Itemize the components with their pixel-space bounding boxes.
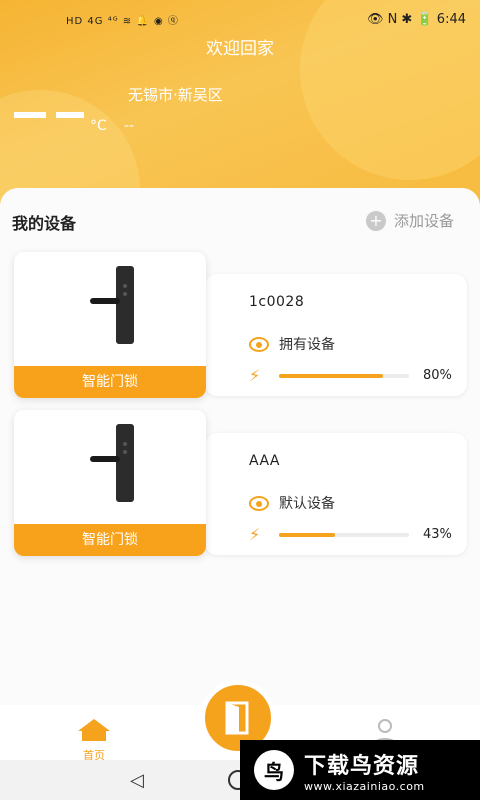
device-info-card[interactable]: AAA 默认设备 ⚡ 43% (205, 433, 467, 555)
bolt-icon: ⚡ (249, 366, 261, 385)
device-name: 1c0028 (249, 294, 305, 310)
temperature-unit: °C (90, 118, 107, 134)
watermark-title: 下载鸟资源 (304, 753, 420, 779)
status-time: 6:44 (436, 12, 466, 27)
nav-home[interactable]: 首页 (72, 717, 116, 763)
battery-percent: 80% (423, 368, 452, 383)
add-device-button[interactable]: + 添加设备 (365, 210, 454, 231)
battery-bar (279, 532, 409, 537)
battery-percent: 43% (423, 527, 452, 542)
battery-fill (279, 532, 335, 537)
temperature-placeholder (56, 112, 84, 118)
device-type-label: 智能门锁 (14, 524, 206, 556)
watermark-text: 下载鸟资源 www.xiazainiao.com (304, 748, 425, 793)
devices-panel: 我的设备 + 添加设备 1c0028 拥有设备 ⚡ 80% 智能门锁 AAA 默… (0, 188, 480, 708)
door-lock-icon (90, 424, 134, 502)
location-text[interactable]: 无锡市·新吴区 (128, 84, 223, 105)
home-icon (78, 719, 110, 741)
device-status: 默认设备 (249, 493, 335, 513)
watermark-logo-icon: 鸟 (254, 750, 294, 790)
temperature-placeholder (14, 112, 46, 118)
device-status: 拥有设备 (249, 334, 335, 354)
device-info-card[interactable]: 1c0028 拥有设备 ⚡ 80% (205, 274, 467, 396)
add-device-label: 添加设备 (393, 212, 454, 230)
weather-extra: -- (124, 118, 135, 134)
bolt-icon: ⚡ (249, 525, 261, 544)
battery-row: ⚡ 80% (249, 366, 452, 385)
device-type-label: 智能门锁 (14, 366, 206, 398)
status-right-icons: 👁 N ✱ 🔋 (366, 12, 433, 27)
watermark-url: www.xiazainiao.com (304, 779, 425, 793)
device-status-label: 拥有设备 (279, 337, 335, 353)
section-title: 我的设备 (12, 214, 77, 233)
plus-icon: + (365, 210, 386, 231)
device-status-label: 默认设备 (279, 496, 335, 512)
eye-icon (249, 336, 269, 352)
battery-fill (279, 373, 383, 378)
device-card[interactable]: 智能门锁 (14, 252, 206, 398)
door-icon (225, 701, 249, 735)
device-card[interactable]: 智能门锁 (14, 410, 206, 556)
battery-bar (279, 373, 409, 378)
eye-icon (249, 495, 269, 511)
battery-row: ⚡ 43% (249, 525, 452, 544)
watermark: 鸟 下载鸟资源 www.xiazainiao.com (240, 740, 480, 800)
status-left-icons: HD 4G ⁴ᴳ ≋ 🔔 ◉ ⓠ (66, 16, 179, 27)
door-lock-icon (90, 266, 134, 344)
header: HD 4G ⁴ᴳ ≋ 🔔 ◉ ⓠ 👁 N ✱ 🔋 6:44 欢迎回家 无锡市·新… (0, 0, 480, 205)
status-right: 👁 N ✱ 🔋 6:44 (367, 12, 466, 27)
back-icon[interactable]: ◁ (130, 770, 144, 791)
device-name: AAA (249, 453, 281, 469)
welcome-title: 欢迎回家 (206, 39, 274, 59)
